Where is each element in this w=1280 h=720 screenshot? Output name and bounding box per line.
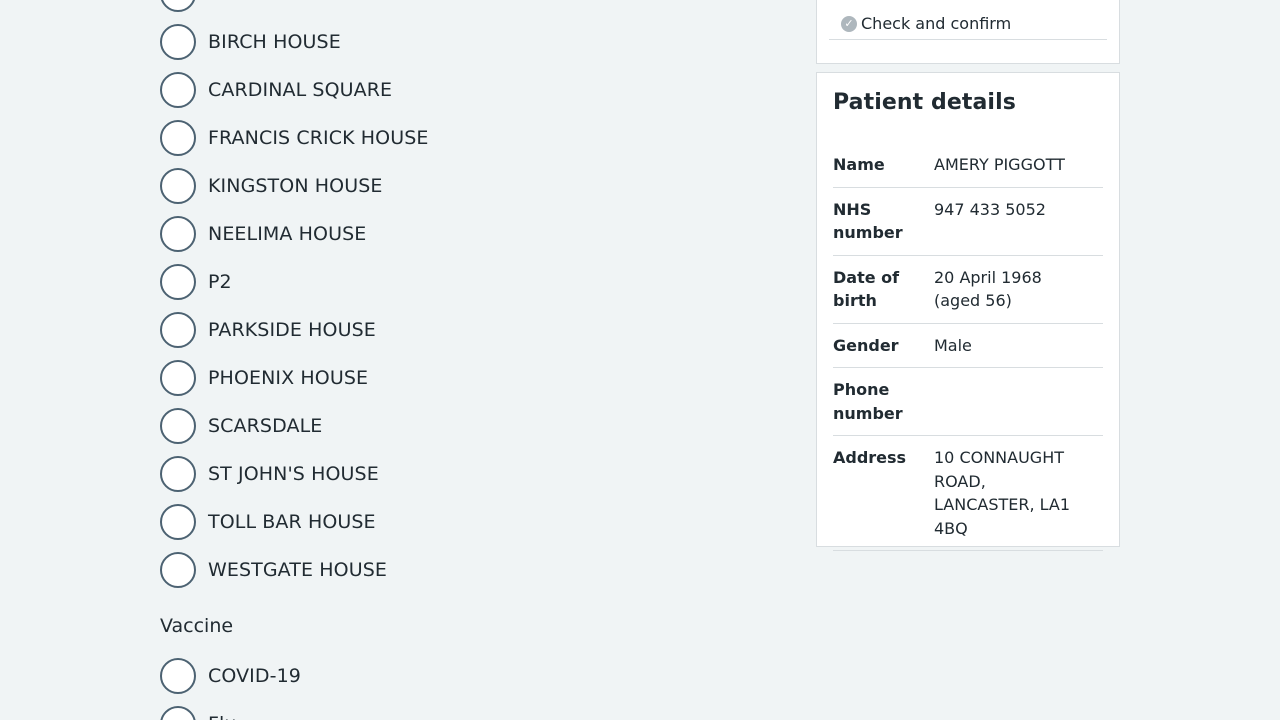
summary-value bbox=[934, 378, 1074, 425]
radio-option-westgate-house[interactable]: WESTGATE HOUSE bbox=[160, 546, 760, 594]
summary-value: 947 433 5052 bbox=[934, 199, 1046, 219]
radio-button[interactable] bbox=[160, 168, 196, 204]
radio-button[interactable] bbox=[160, 706, 196, 720]
radio-option-cardinal-square[interactable]: CARDINAL SQUARE bbox=[160, 66, 760, 114]
radio-label: BIRCH HOUSE bbox=[208, 31, 341, 53]
task-steps-card: ✓ Check and confirm bbox=[816, 0, 1120, 64]
radio-option-kingston-house[interactable]: KINGSTON HOUSE bbox=[160, 162, 760, 210]
patient-details-title: Patient details bbox=[833, 90, 1016, 115]
summary-row-date-of-birth: Date of birth 20 April 1968 (aged 56) bbox=[833, 266, 1103, 324]
summary-key: Gender bbox=[833, 335, 899, 355]
location-radio-group: BIRCH HOUSE CARDINAL SQUARE FRANCIS CRIC… bbox=[160, 0, 760, 720]
radio-label: NEELIMA HOUSE bbox=[208, 223, 367, 245]
page: BIRCH HOUSE CARDINAL SQUARE FRANCIS CRIC… bbox=[0, 0, 1280, 720]
radio-option-birch-house[interactable]: BIRCH HOUSE bbox=[160, 18, 760, 66]
summary-row-nhs-number: NHS number 947 433 5052 bbox=[833, 198, 1103, 256]
radio-button[interactable] bbox=[160, 456, 196, 492]
radio-label: P2 bbox=[208, 271, 232, 293]
radio-option-partial[interactable] bbox=[160, 0, 760, 18]
radio-option-neelima-house[interactable]: NEELIMA HOUSE bbox=[160, 210, 760, 258]
summary-key: Name bbox=[833, 155, 885, 174]
vaccine-legend: Vaccine bbox=[160, 615, 234, 637]
radio-option-scarsdale[interactable]: SCARSDALE bbox=[160, 402, 760, 450]
summary-key: Date of birth bbox=[833, 267, 900, 311]
summary-value: 10 CONNAUGHT ROAD, LANCASTER, LA1 4BQ bbox=[934, 448, 1071, 538]
radio-label: FRANCIS CRICK HOUSE bbox=[208, 127, 429, 149]
radio-button[interactable] bbox=[160, 264, 196, 300]
radio-button[interactable] bbox=[160, 658, 196, 694]
summary-key: Address bbox=[833, 448, 907, 467]
radio-option-toll-bar-house[interactable]: TOLL BAR HOUSE bbox=[160, 498, 760, 546]
radio-button[interactable] bbox=[160, 552, 196, 588]
radio-button[interactable] bbox=[160, 24, 196, 60]
radio-label: CARDINAL SQUARE bbox=[208, 79, 393, 101]
summary-value: 20 April 1968 (aged 56) bbox=[934, 267, 1042, 311]
radio-option-p2[interactable]: P2 bbox=[160, 258, 760, 306]
patient-details-card: Patient details Name AMERY PIGGOTT NHS n… bbox=[816, 72, 1120, 551]
radio-button[interactable] bbox=[160, 120, 196, 156]
summary-value: Male bbox=[934, 335, 972, 355]
radio-option-flu[interactable]: Flu bbox=[160, 700, 760, 720]
summary-value: AMERY PIGGOTT bbox=[934, 155, 1065, 174]
radio-button[interactable] bbox=[160, 408, 196, 444]
summary-row-gender: Gender Male bbox=[833, 334, 1103, 368]
summary-row-name: Name AMERY PIGGOTT bbox=[833, 153, 1103, 188]
radio-option-parkside-house[interactable]: PARKSIDE HOUSE bbox=[160, 306, 760, 354]
patient-summary-list: Name AMERY PIGGOTT NHS number 947 433 50… bbox=[833, 153, 1103, 551]
radio-label: COVID-19 bbox=[208, 665, 301, 687]
radio-button[interactable] bbox=[160, 312, 196, 348]
radio-option-covid-19[interactable]: COVID-19 bbox=[160, 652, 760, 700]
radio-label: TOLL BAR HOUSE bbox=[208, 511, 376, 533]
check-circle-icon: ✓ bbox=[841, 16, 857, 32]
radio-label: PHOENIX HOUSE bbox=[208, 367, 369, 389]
radio-button[interactable] bbox=[160, 360, 196, 396]
summary-row-phone-number: Phone number bbox=[833, 378, 1103, 436]
radio-option-st-johns-house[interactable]: ST JOHN'S HOUSE bbox=[160, 450, 760, 498]
radio-option-phoenix-house[interactable]: PHOENIX HOUSE bbox=[160, 354, 760, 402]
radio-label: PARKSIDE HOUSE bbox=[208, 319, 376, 341]
radio-button[interactable] bbox=[160, 216, 196, 252]
radio-label: ST JOHN'S HOUSE bbox=[208, 463, 379, 485]
summary-key: NHS number bbox=[833, 199, 903, 243]
radio-label: KINGSTON HOUSE bbox=[208, 175, 383, 197]
summary-key: Phone number bbox=[833, 380, 903, 423]
summary-row-address: Address 10 CONNAUGHT ROAD, LANCASTER, LA… bbox=[833, 446, 1103, 551]
radio-label: SCARSDALE bbox=[208, 415, 323, 437]
step-label: Check and confirm bbox=[861, 14, 1012, 33]
radio-option-francis-crick-house[interactable]: FRANCIS CRICK HOUSE bbox=[160, 114, 760, 162]
vaccine-radio-group: COVID-19 Flu bbox=[160, 652, 760, 720]
step-check-and-confirm[interactable]: ✓ Check and confirm bbox=[829, 9, 1107, 40]
radio-button[interactable] bbox=[160, 504, 196, 540]
radio-label: WESTGATE HOUSE bbox=[208, 559, 387, 581]
radio-label: Flu bbox=[208, 712, 237, 720]
radio-button[interactable] bbox=[160, 72, 196, 108]
radio-button[interactable] bbox=[160, 0, 196, 12]
